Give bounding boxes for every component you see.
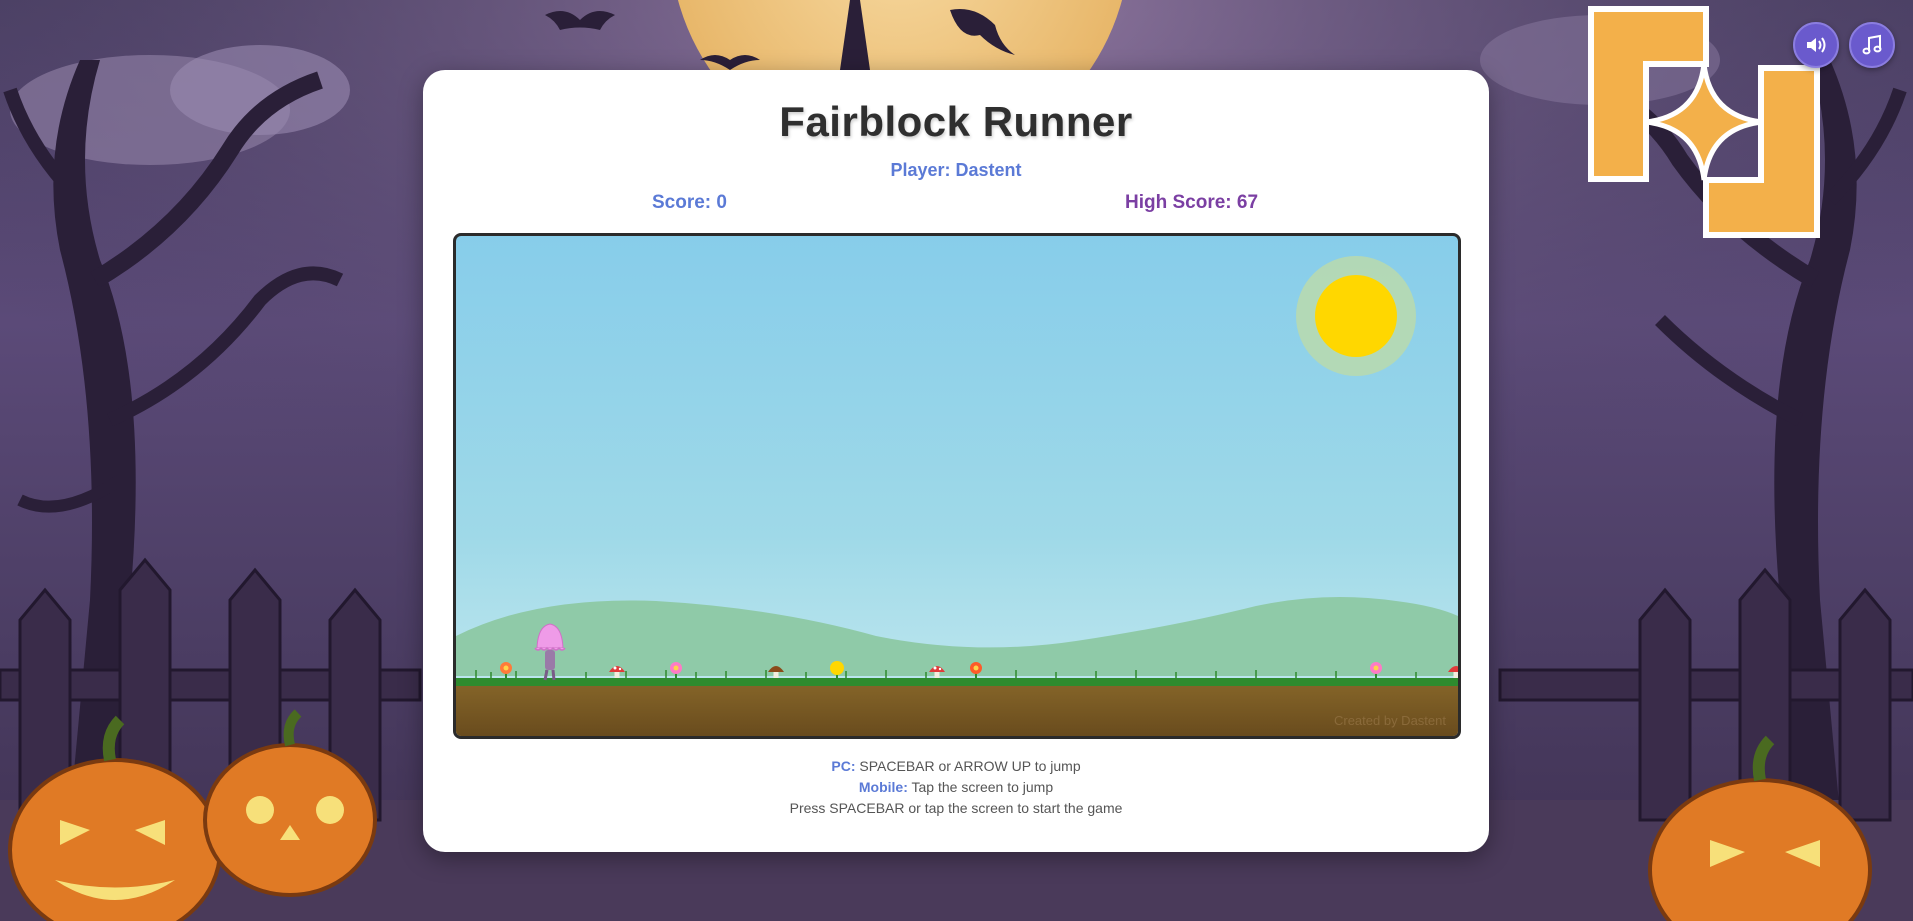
hills (456, 597, 1458, 676)
pc-instruction-text: SPACEBAR or ARROW UP to jump (859, 758, 1081, 774)
score-display: Score: 0 (652, 192, 727, 213)
game-title: Fairblock Runner (779, 98, 1133, 145)
speaker-icon (1807, 37, 1826, 53)
sun (1315, 275, 1397, 357)
flower (1370, 662, 1382, 679)
mobile-instruction-text: Tap the screen to jump (911, 779, 1054, 795)
start-instructions: Press SPACEBAR or tap the screen to star… (789, 800, 1123, 816)
mobile-label: Mobile: (858, 779, 908, 795)
fairblock-logo (1588, 6, 1820, 238)
pc-label: PC: (831, 758, 856, 774)
grass (456, 678, 1458, 686)
music-note-icon (1862, 34, 1882, 55)
player-name: Player: Dastent (890, 160, 1022, 180)
credit-text: Created by Dastent (1333, 713, 1446, 728)
music-toggle-button[interactable] (1849, 22, 1895, 68)
mobile-instructions: Mobile: Tap the screen to jump (423, 779, 1489, 795)
game-card: Fairblock Runner Player: Dastent Score: … (423, 70, 1489, 852)
flower (670, 662, 682, 679)
game-canvas[interactable]: Created by Dastent (453, 233, 1461, 739)
sound-toggle-button[interactable] (1793, 22, 1839, 68)
high-score-display: High Score: 67 (1125, 192, 1259, 213)
flower (970, 662, 982, 679)
pc-instructions: PC: SPACEBAR or ARROW UP to jump (423, 758, 1489, 774)
flower (500, 662, 512, 679)
flower (830, 661, 844, 679)
